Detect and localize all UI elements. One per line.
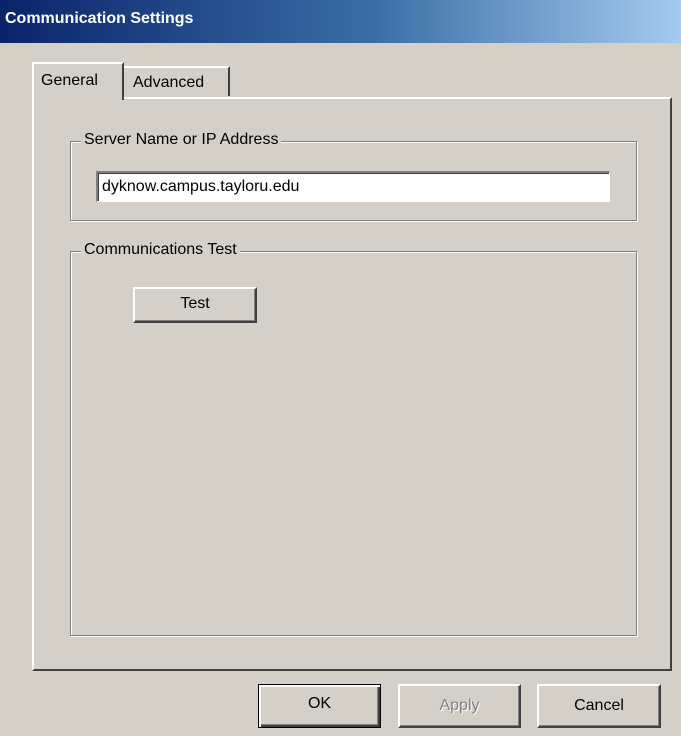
tab-general[interactable]: General	[32, 62, 124, 100]
test-button[interactable]: Test	[133, 287, 257, 323]
server-name-legend: Server Name or IP Address	[81, 131, 282, 149]
communications-test-legend: Communications Test	[81, 241, 240, 259]
server-name-group: Server Name or IP Address	[70, 131, 637, 221]
tab-advanced[interactable]: Advanced	[124, 66, 230, 96]
tab-advanced-label: Advanced	[133, 74, 205, 91]
window-title: Communication Settings	[5, 10, 194, 27]
cancel-button[interactable]: Cancel	[537, 684, 661, 728]
general-tab-panel: Server Name or IP Address Communications…	[32, 97, 672, 671]
apply-button[interactable]: Apply	[398, 684, 521, 728]
title-bar[interactable]: Communication Settings	[0, 0, 681, 43]
communication-settings-dialog: Communication Settings General Advanced …	[0, 0, 681, 736]
ok-button[interactable]: OK	[258, 684, 381, 728]
tab-general-label: General	[41, 72, 98, 89]
communications-test-group: Communications Test Test	[70, 241, 637, 636]
server-name-input[interactable]	[96, 171, 610, 202]
